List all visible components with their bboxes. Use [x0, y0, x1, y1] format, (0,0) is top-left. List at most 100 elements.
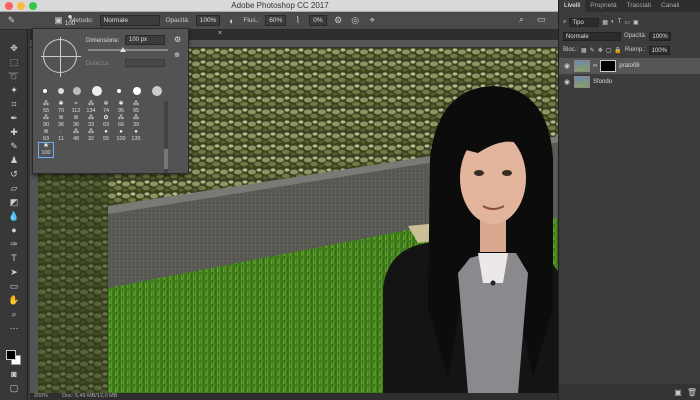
brush-preset[interactable]: ✲ 74 [99, 101, 113, 115]
new-preset-icon[interactable]: ⊕ [174, 51, 180, 59]
brush-preset[interactable]: ⁂ 95 [129, 101, 143, 115]
size-field[interactable]: 100 px [125, 35, 165, 45]
brush-preset[interactable]: ⁂ 66 [114, 115, 128, 129]
mode-select[interactable]: Normale [99, 15, 160, 26]
shape-tool-icon[interactable]: ▭ [8, 280, 20, 292]
smoothing-gear-icon[interactable]: ⚙ [333, 15, 344, 26]
flow-field[interactable]: 60% [265, 15, 287, 26]
search-icon[interactable]: ⌕ [519, 14, 524, 25]
lock-all-icon[interactable]: 🔒 [614, 47, 621, 54]
brush-preset[interactable]: ✿ 63 [99, 115, 113, 129]
layer-mask-thumbnail[interactable] [600, 60, 617, 72]
layer-name[interactable]: prato08 [619, 63, 639, 69]
filter-shape-icon[interactable]: ▭ [624, 19, 630, 26]
magic-wand-tool-icon[interactable]: ✦ [8, 84, 20, 96]
zoom-level[interactable]: 200% [34, 393, 48, 400]
pressure-size-icon[interactable]: ◎ [350, 15, 361, 26]
lock-row: Bloc.: ▦ ✎ ✥ ▢ 🔒 Riemp.: 100% [559, 44, 700, 56]
layer-fill-field[interactable]: 100% [648, 45, 670, 55]
brush-preset[interactable]: ⁂ 39 [129, 115, 143, 129]
brush-preset[interactable]: ● 55 [99, 129, 113, 143]
filter-pixel-icon[interactable]: ▦ [602, 19, 608, 26]
tab-tracciati[interactable]: Tracciati [622, 0, 656, 12]
marquee-tool-icon[interactable]: ⬚ [8, 56, 20, 68]
brush-tool-icon[interactable]: ✎ [6, 15, 17, 26]
lock-artboard-icon[interactable]: ▢ [606, 47, 612, 54]
layer-row[interactable]: ◉ ∞ prato08 [559, 58, 700, 74]
brush-angle-preview[interactable] [41, 37, 81, 77]
layer-name[interactable]: Sfondo [593, 79, 612, 85]
brush-tool-icon[interactable]: ✎ [8, 140, 20, 152]
paint-bucket-tool-icon[interactable]: ◩ [8, 196, 20, 208]
eraser-tool-icon[interactable]: ▱ [8, 182, 20, 194]
symmetry-icon[interactable]: ⌖ [367, 15, 378, 26]
screen-mode-icon[interactable]: ▢ [8, 382, 20, 394]
brush-preset[interactable]: ≋ 36 [54, 115, 68, 129]
brush-preset[interactable]: ❀ 100 [38, 142, 54, 158]
brush-preset[interactable]: ✱ 70 [54, 101, 68, 115]
brush-preset[interactable]: ● 100 [114, 129, 128, 143]
crop-tool-icon[interactable]: ⌗ [8, 98, 20, 110]
filter-type-icon[interactable]: T [618, 19, 622, 25]
chain-link-icon[interactable]: ∞ [593, 63, 597, 69]
document-size[interactable]: Doc: 5,49 MB/12,0 MB [62, 393, 117, 400]
visibility-eye-icon[interactable]: ◉ [563, 62, 571, 70]
visibility-eye-icon[interactable]: ◉ [563, 78, 571, 86]
quick-mask-icon[interactable]: ◙ [8, 368, 20, 380]
brush-preset[interactable]: ⁂ 48 [69, 129, 83, 143]
dodge-tool-icon[interactable]: ● [8, 224, 20, 236]
clone-stamp-tool-icon[interactable]: ♟ [8, 154, 20, 166]
filter-kind-select[interactable]: Tipo [569, 17, 600, 27]
brush-preset[interactable]: ✱ 95 [114, 101, 128, 115]
brush-preset[interactable]: ⁂ 55 [39, 101, 53, 115]
brush-preset[interactable]: ⁂ 90 [39, 115, 53, 129]
brush-preset[interactable]: · 11 [54, 129, 68, 143]
pen-tool-icon[interactable]: ✑ [8, 238, 20, 250]
lock-move-icon[interactable]: ✥ [598, 47, 603, 54]
history-brush-tool-icon[interactable]: ↺ [8, 168, 20, 180]
tab-canali[interactable]: Canali [656, 0, 684, 12]
brush-preset[interactable]: ≋ 63 [39, 129, 53, 143]
preset-gear-icon[interactable]: ⚙ [174, 35, 181, 44]
healing-brush-tool-icon[interactable]: ✚ [8, 126, 20, 138]
brush-preset[interactable]: ⁂ 134 [84, 101, 98, 115]
close-tab-icon[interactable]: × [218, 30, 222, 37]
move-tool-icon[interactable]: ✥ [8, 42, 20, 54]
tab-livelli[interactable]: Livelli [559, 0, 586, 12]
brush-preset[interactable]: ⁂ 33 [84, 115, 98, 129]
brush-preset[interactable]: ⁂ 32 [84, 129, 98, 143]
more-tools-icon[interactable]: ⋯ [8, 322, 20, 334]
new-layer-icon[interactable]: ▣ [674, 388, 682, 397]
eyedropper-tool-icon[interactable]: ✒ [8, 112, 20, 124]
layer-row[interactable]: ◉ Sfondo [559, 74, 700, 90]
path-selection-tool-icon[interactable]: ➤ [8, 266, 20, 278]
brush-preset[interactable]: ● 135 [129, 129, 143, 143]
presets-scrollbar[interactable] [164, 101, 168, 173]
blend-mode-select[interactable]: Normale [563, 31, 621, 41]
smoothing-field[interactable]: 0% [309, 15, 327, 26]
layer-opacity-field[interactable]: 100% [649, 31, 671, 41]
size-slider-knob[interactable] [120, 47, 126, 52]
foreground-color-swatch[interactable] [6, 350, 16, 360]
blur-tool-icon[interactable]: 💧 [8, 210, 20, 222]
delete-layer-icon[interactable]: 🗑 [687, 388, 697, 397]
tab-proprieta[interactable]: Proprietà [585, 0, 621, 12]
opacity-field[interactable]: 100% [195, 15, 221, 26]
type-tool-icon[interactable]: T [8, 252, 20, 264]
lock-paint-icon[interactable]: ✎ [590, 47, 595, 54]
brush-preset[interactable]: ≈112 [69, 101, 83, 115]
airbrush-icon[interactable]: ⌇ [292, 15, 303, 26]
lasso-tool-icon[interactable]: ➰ [8, 70, 20, 82]
hardness-field[interactable] [125, 59, 165, 67]
recent-brushes-icons[interactable] [39, 85, 179, 97]
pressure-opacity-icon[interactable]: ◐ [226, 16, 237, 26]
presets-scrollbar-thumb[interactable] [164, 149, 168, 169]
filter-adjust-icon[interactable]: ◐ [611, 19, 615, 25]
size-slider[interactable] [88, 49, 168, 51]
brush-preset[interactable]: ≋ 36 [69, 115, 83, 129]
filter-smart-icon[interactable]: ▣ [633, 19, 639, 26]
zoom-tool-icon[interactable]: ⌕ [8, 308, 20, 320]
workspace-icon[interactable]: ▭ [537, 14, 546, 25]
lock-pixels-icon[interactable]: ▦ [581, 47, 587, 54]
hand-tool-icon[interactable]: ✋ [8, 294, 20, 306]
